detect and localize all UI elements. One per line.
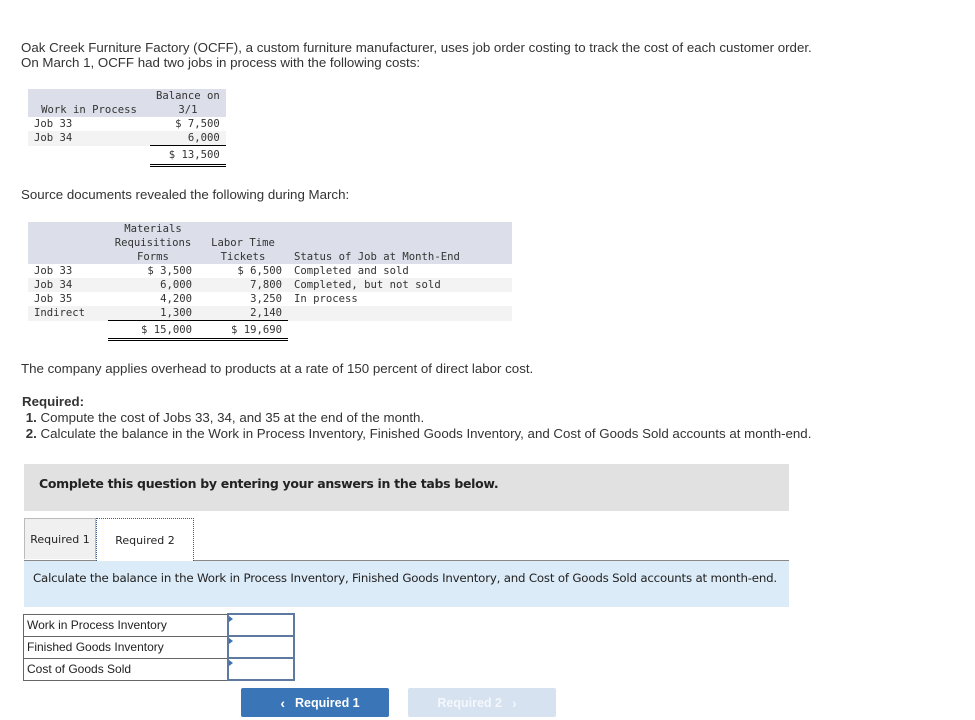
prev-button-label: Required 1 — [295, 695, 360, 710]
labor-value: 2,140 — [198, 306, 288, 321]
answer-label: Cost of Goods Sold — [23, 657, 229, 681]
prev-required-1-button[interactable]: ‹ Required 1 — [241, 688, 389, 717]
tab-required-2[interactable]: Required 2 — [96, 518, 194, 561]
labor-header-l2: Tickets — [198, 250, 288, 264]
status-header: Status of Job at Month-End — [288, 250, 512, 264]
required-item-1: 1. Compute the cost of Jobs 33, 34, and … — [22, 410, 811, 426]
next-button-label: Required 2 — [437, 695, 502, 710]
wip-col2-header-line2: 3/1 — [150, 103, 226, 117]
overhead-text: The company applies overhead to products… — [21, 361, 534, 376]
source-documents-table: Materials Requisitions Labor Time Forms … — [28, 222, 512, 341]
answer-cell — [227, 635, 295, 659]
balance-value: $ 7,500 — [175, 118, 220, 130]
status-value — [288, 306, 512, 321]
required-item-number: 1. — [25, 410, 37, 425]
answer-cell — [227, 613, 295, 637]
wip-balance-table: Balance on Work in Process 3/1 Job 33 $ … — [28, 89, 226, 167]
status-value: Completed, but not sold — [288, 278, 512, 292]
chevron-right-icon: › — [511, 694, 517, 711]
answer-row: Cost of Goods Sold — [23, 657, 295, 681]
tab-bar: Required 1 Required 2 — [24, 518, 789, 561]
flag-icon — [229, 660, 233, 666]
answer-row: Work in Process Inventory — [23, 613, 295, 637]
required-item-2: 2. Calculate the balance in the Work in … — [22, 426, 812, 442]
materials-value: 4,200 — [160, 293, 192, 305]
intro-line-1: Oak Creek Furniture Factory (OCFF), a cu… — [21, 40, 812, 55]
wip-col2-header-line1: Balance on — [150, 89, 226, 103]
required-item-number: 2. — [25, 426, 37, 441]
required-section: Required: 1. Compute the cost of Jobs 33… — [22, 394, 811, 442]
instruction-text: Complete this question by entering your … — [39, 476, 499, 491]
finished-goods-input[interactable] — [229, 638, 293, 656]
source-intro: Source documents revealed the following … — [21, 187, 350, 202]
job-label: Indirect — [28, 306, 108, 321]
flag-icon — [229, 616, 233, 622]
chevron-left-icon: ‹ — [280, 694, 286, 711]
job-label: Job 34 — [28, 131, 150, 146]
status-value: In process — [294, 293, 358, 305]
instruction-banner: Complete this question by entering your … — [24, 464, 789, 511]
flag-icon — [229, 638, 233, 644]
wip-col1-header: Work in Process — [28, 103, 150, 117]
materials-header-l1: Materials — [108, 222, 198, 236]
wip-inventory-input[interactable] — [229, 616, 293, 634]
intro-line-2: On March 1, OCFF had two jobs in process… — [21, 55, 421, 70]
table-row: Job 33 $ 3,500 $ 6,500 Completed and sol… — [28, 264, 512, 278]
table-row: Indirect 1,300 2,140 — [28, 306, 512, 321]
next-required-2-button[interactable]: Required 2 › — [408, 688, 556, 717]
table-row: Job 34 6,000 7,800 Completed, but not so… — [28, 278, 512, 292]
required-item-text: Compute the cost of Jobs 33, 34, and 35 … — [36, 410, 425, 425]
required-title: Required: — [22, 394, 85, 409]
job-label: Job 33 — [34, 118, 73, 130]
answer-row: Finished Goods Inventory — [23, 635, 295, 659]
labor-value: $ 6,500 — [237, 265, 282, 277]
materials-header-l3: Forms — [108, 250, 198, 264]
table-row: Job 35 4,200 3,250 In process — [28, 292, 512, 306]
balance-value: 6,000 — [150, 131, 226, 146]
table-row: Job 34 6,000 — [28, 131, 226, 146]
answer-label: Work in Process Inventory — [23, 613, 229, 637]
answer-table: Work in Process Inventory Finished Goods… — [23, 613, 295, 681]
answer-cell — [227, 657, 295, 681]
labor-value: 3,250 — [250, 293, 282, 305]
labor-value: 7,800 — [198, 278, 288, 292]
table-row: Job 33 $ 7,500 — [28, 117, 226, 131]
answer-label: Finished Goods Inventory — [23, 635, 229, 659]
labor-total: $ 19,690 — [198, 320, 288, 341]
materials-value: 6,000 — [108, 278, 198, 292]
materials-total: $ 15,000 — [108, 320, 198, 341]
problem-intro: Oak Creek Furniture Factory (OCFF), a cu… — [21, 40, 812, 70]
required-item-text: Calculate the balance in the Work in Pro… — [36, 426, 812, 441]
tab-instruction-panel: Calculate the balance in the Work in Pro… — [24, 561, 789, 607]
job-label: Job 35 — [34, 293, 73, 305]
cogs-input[interactable] — [229, 660, 293, 678]
job-label: Job 33 — [34, 265, 73, 277]
materials-header-l2: Requisitions — [108, 236, 198, 250]
labor-header-l1: Labor Time — [198, 236, 288, 250]
job-label: Job 34 — [28, 278, 108, 292]
tab-required-1[interactable]: Required 1 — [24, 518, 96, 559]
tab-instruction-text: Calculate the balance in the Work in Pro… — [33, 571, 777, 585]
wip-total: $ 13,500 — [150, 145, 226, 167]
materials-value: 1,300 — [108, 306, 198, 321]
materials-value: $ 3,500 — [147, 265, 192, 277]
status-value: Completed and sold — [294, 265, 409, 277]
